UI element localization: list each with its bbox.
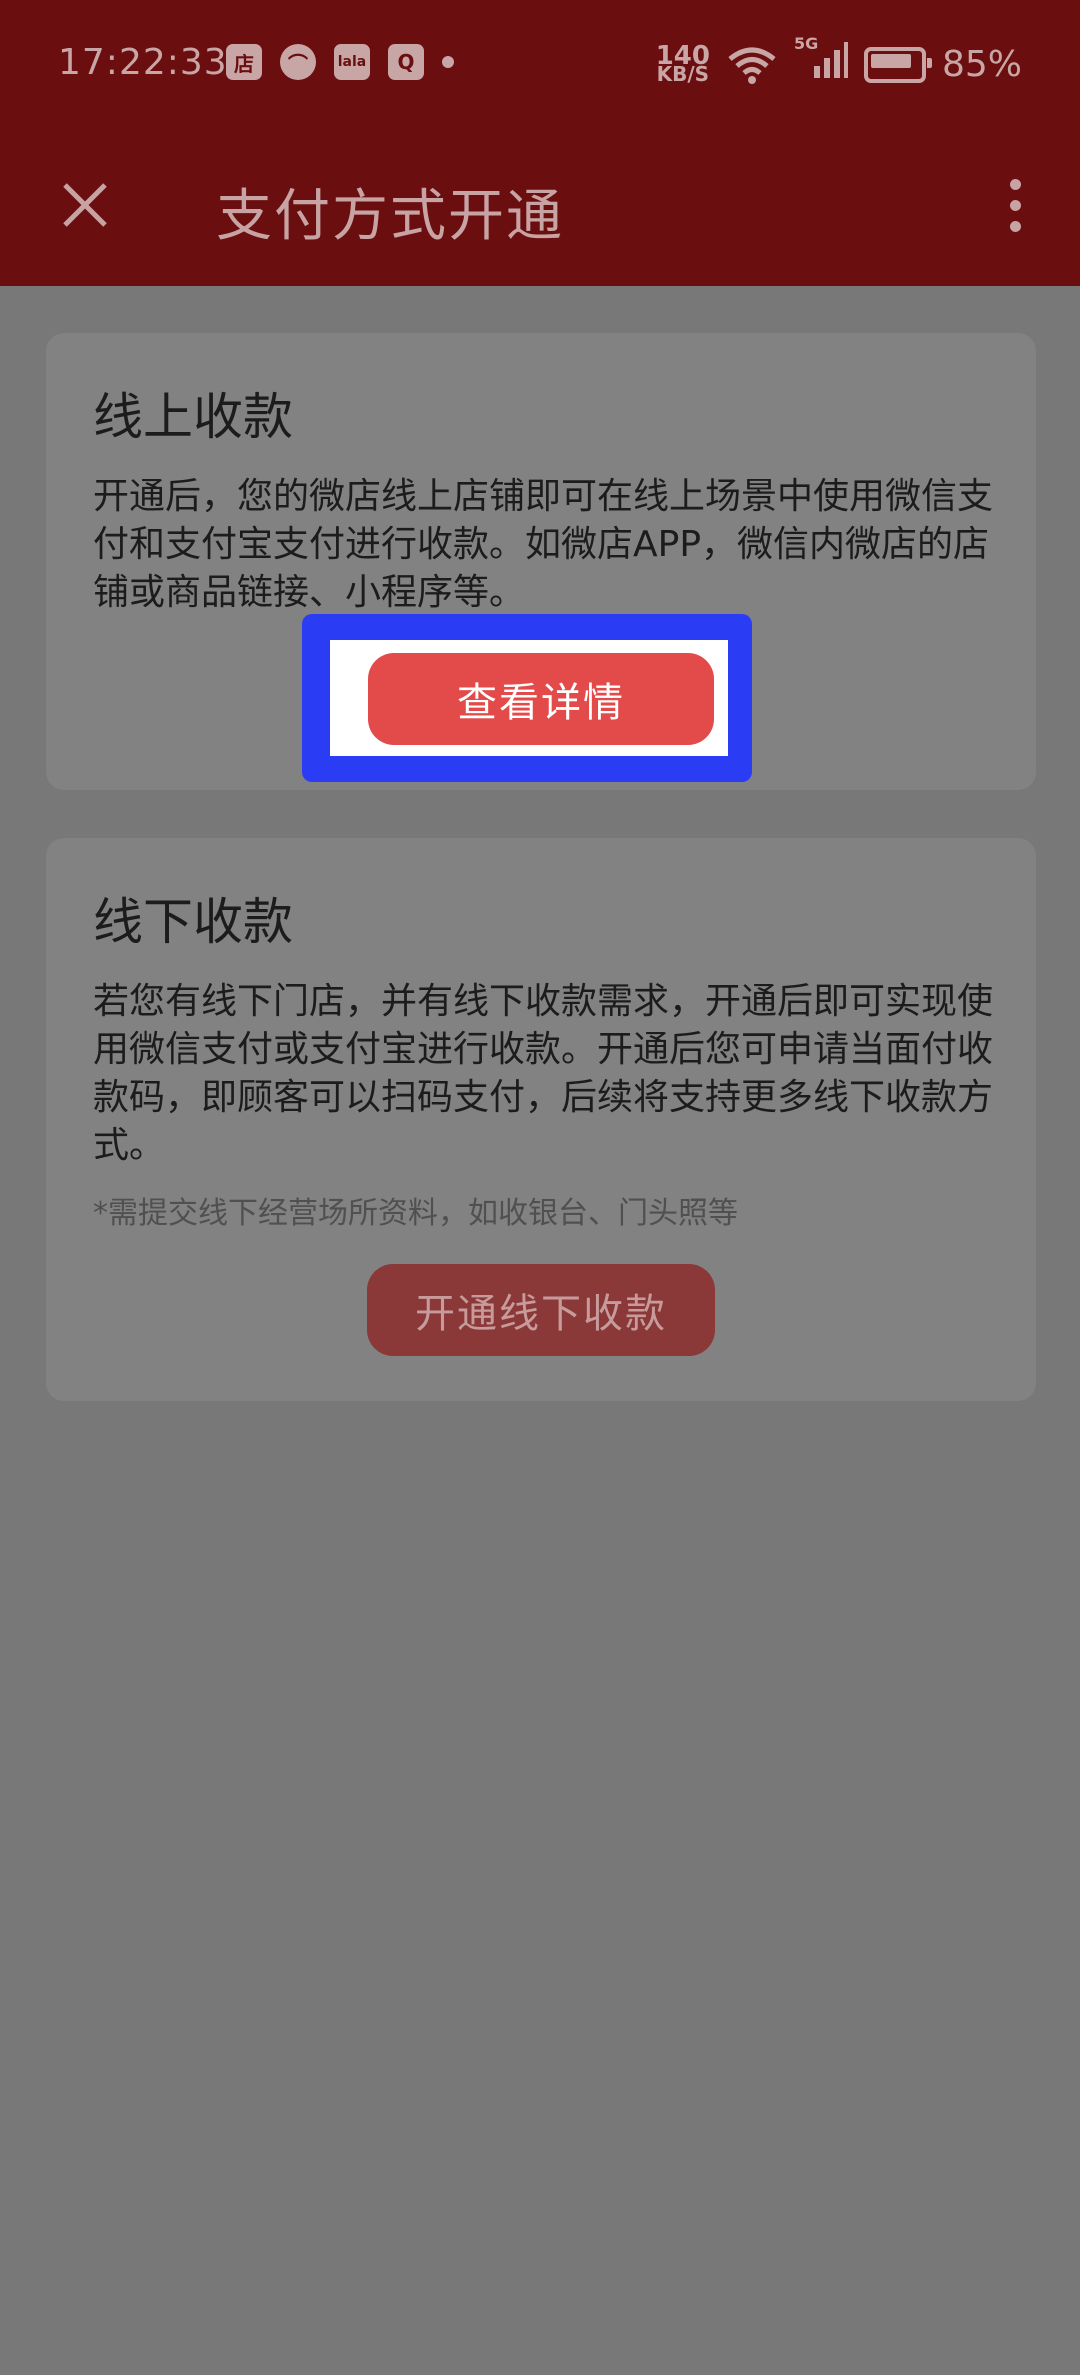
battery-icon (863, 46, 932, 83)
chat-app-icon: Q (388, 44, 424, 80)
weidian-app-icon: 店 (226, 44, 262, 80)
status-bar: 17:22:33 店 ⌒ lala Q 140 KB/S 5G 85% (0, 0, 1080, 125)
close-icon[interactable] (50, 170, 120, 240)
app-bar: 支付方式开通 (0, 125, 1080, 286)
network-speed: 140 KB/S (655, 40, 710, 86)
lala-app-icon: lala (334, 44, 370, 80)
offline-card-note: *需提交线下经营场所资料，如收银台、门头照等 (93, 1196, 738, 1231)
online-card-title: 线上收款 (93, 388, 293, 446)
more-dot (1009, 220, 1021, 232)
more-dot (1009, 178, 1021, 190)
online-card-description: 开通后，您的微店线上店铺即可在线上场景中使用微信支付和支付宝支付进行收款。如微店… (93, 476, 994, 613)
battery-percent: 85% (941, 44, 1022, 85)
offline-card-title: 线下收款 (93, 893, 293, 951)
enable-offline-payment-button[interactable]: 开通线下收款 (367, 1264, 715, 1356)
page-title: 支付方式开通 (216, 184, 564, 249)
status-time: 17:22:33 (58, 42, 228, 83)
more-dot (1009, 199, 1021, 211)
notification-icons: 店 ⌒ lala Q (226, 44, 454, 80)
more-options-icon[interactable] (990, 170, 1040, 240)
more-notifications-dot (442, 56, 454, 68)
offline-card-description: 若您有线下门店，并有线下收款需求，开通后即可实现使用微信支付或支付宝进行收款。开… (93, 981, 994, 1166)
cellular-signal: 5G (794, 34, 848, 89)
wifi-icon (728, 47, 776, 84)
view-details-button[interactable]: 查看详情 (368, 653, 714, 745)
smile-app-icon: ⌒ (280, 44, 316, 80)
